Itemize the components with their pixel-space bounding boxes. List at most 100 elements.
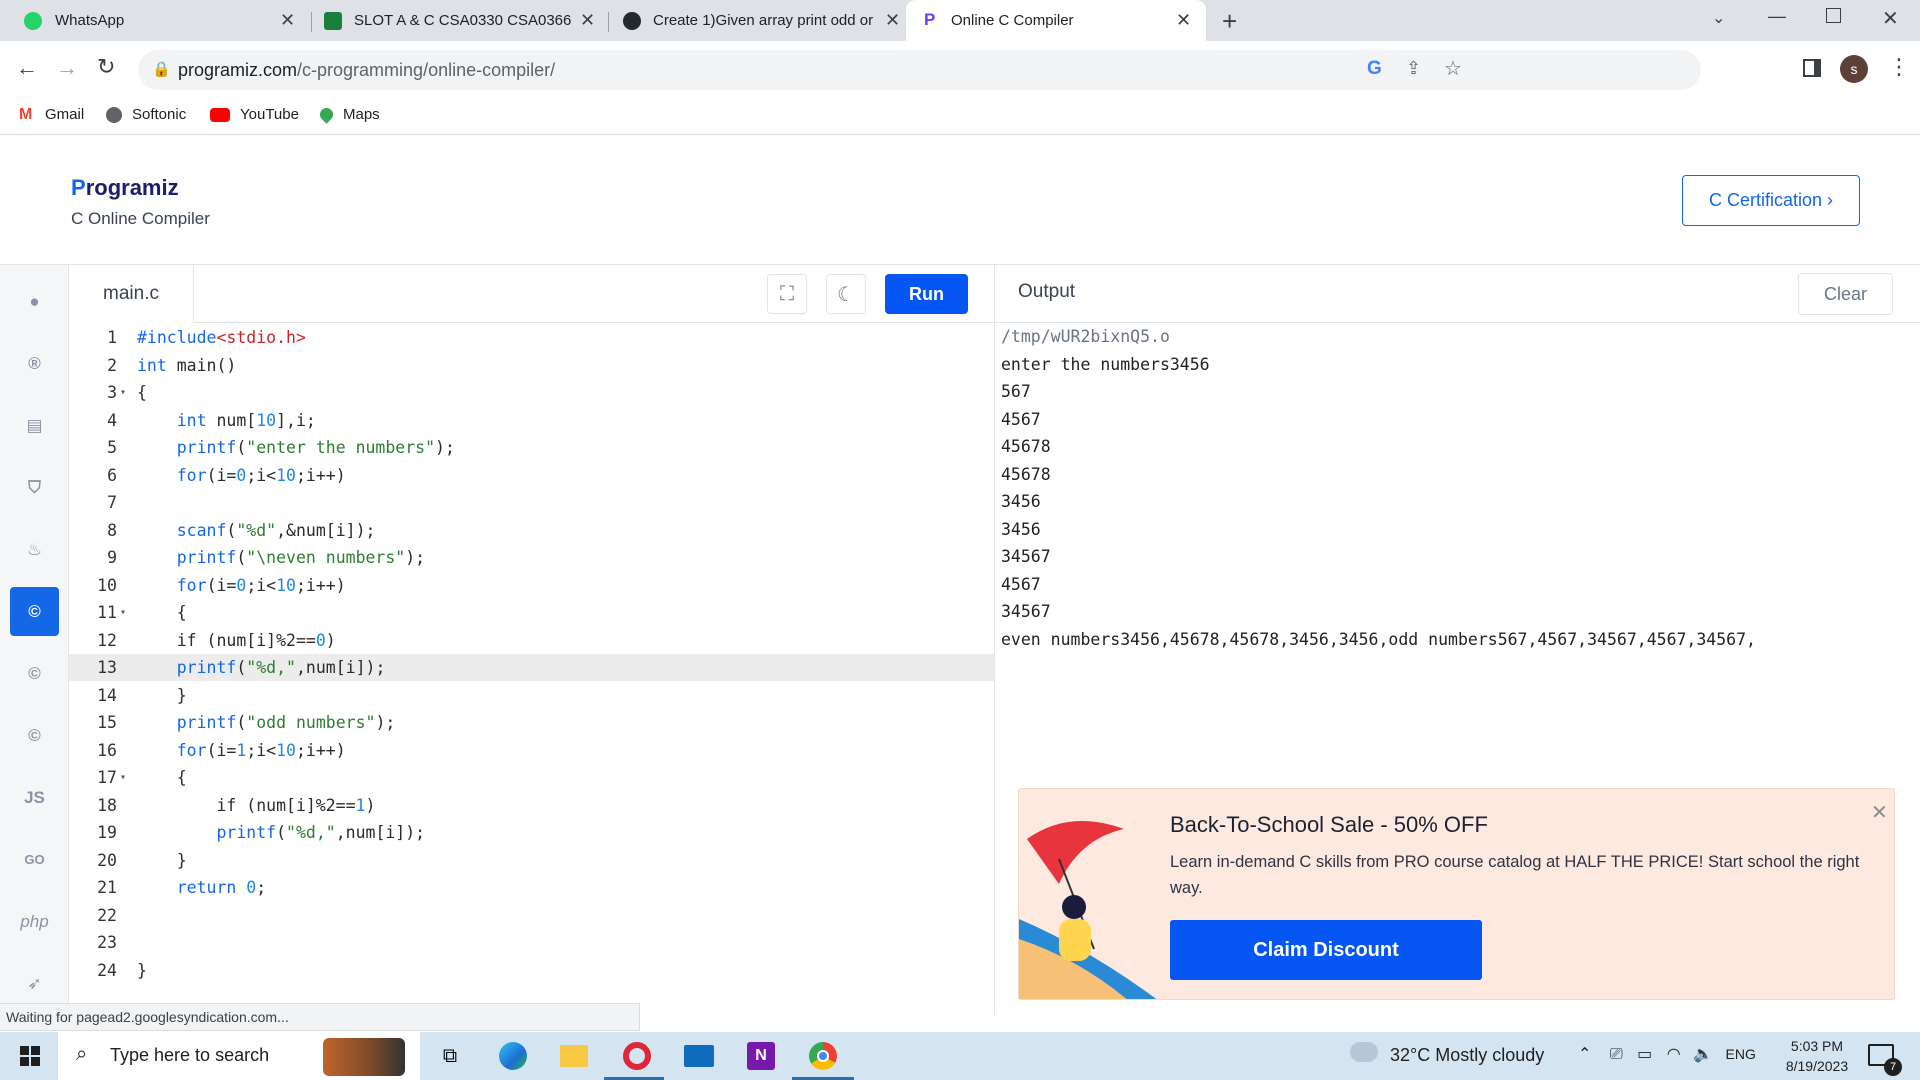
- opera-icon[interactable]: [621, 1040, 653, 1072]
- swift-icon[interactable]: ➶: [10, 959, 59, 1008]
- tab-whatsapp[interactable]: WhatsApp ✕: [0, 0, 310, 41]
- bookmark-maps[interactable]: Maps: [317, 105, 380, 124]
- tab-github[interactable]: Create 1)Given array print odd or ✕: [609, 0, 906, 41]
- minimize-icon[interactable]: —: [1768, 6, 1786, 27]
- close-tab-icon[interactable]: ✕: [280, 10, 295, 31]
- c-certification-button[interactable]: C Certification ›: [1682, 175, 1860, 226]
- fullscreen-icon[interactable]: ⛶: [767, 274, 807, 314]
- file-tab-main-c[interactable]: main.c: [69, 265, 194, 323]
- code-line[interactable]: 16 for(i=1;i<10;i++): [69, 737, 994, 764]
- code-line[interactable]: 13 printf("%d,",num[i]);: [69, 654, 994, 681]
- back-icon[interactable]: ←: [16, 55, 38, 81]
- javascript-icon[interactable]: JS: [10, 773, 59, 822]
- battery-icon[interactable]: ▭: [1637, 1046, 1652, 1063]
- taskbar-clock[interactable]: 5:03 PM 8/19/2023: [1774, 1036, 1860, 1076]
- fold-toggle-icon[interactable]: ▾: [120, 599, 126, 626]
- wifi-icon[interactable]: ◠: [1667, 1046, 1681, 1063]
- code-line[interactable]: 10 for(i=0;i<10;i++): [69, 572, 994, 599]
- code-line[interactable]: 21 return 0;: [69, 874, 994, 901]
- code-line[interactable]: 2 int main(): [69, 352, 994, 379]
- line-number: 10: [97, 575, 117, 595]
- edge-icon[interactable]: [497, 1040, 529, 1072]
- go-icon[interactable]: GO: [10, 835, 59, 884]
- programiz-logo[interactable]: Programiz: [71, 175, 179, 201]
- side-panel-icon[interactable]: [1803, 59, 1821, 77]
- windows-start-icon[interactable]: [14, 1040, 46, 1072]
- share-icon[interactable]: ⇪: [1406, 58, 1421, 79]
- code-line[interactable]: 3 ▾ {: [69, 379, 994, 406]
- mail-icon[interactable]: [683, 1040, 715, 1072]
- bookmark-star-icon[interactable]: ☆: [1444, 56, 1462, 81]
- code-line[interactable]: 23: [69, 929, 994, 956]
- restore-icon[interactable]: [1826, 8, 1841, 23]
- python-icon[interactable]: ●: [10, 277, 59, 326]
- fold-toggle-icon[interactable]: ▾: [120, 379, 126, 406]
- output-line: 34567: [1001, 547, 1051, 566]
- reload-icon[interactable]: ↻: [97, 54, 115, 80]
- dark-mode-moon-icon[interactable]: ☾: [826, 274, 866, 314]
- taskbar-search-box[interactable]: ⌕ Type here to search: [58, 1032, 420, 1080]
- close-window-icon[interactable]: ✕: [1882, 6, 1899, 31]
- r-icon[interactable]: ®: [10, 339, 59, 388]
- bookmark-gmail[interactable]: M Gmail: [19, 106, 84, 123]
- address-bar[interactable]: 🔒 programiz.com/c-programming/online-com…: [138, 50, 1701, 90]
- code-line[interactable]: 15 printf("odd numbers");: [69, 709, 994, 736]
- code-line[interactable]: 19 printf("%d,",num[i]);: [69, 819, 994, 846]
- tab-sheets[interactable]: SLOT A & C CSA0330 CSA0366 - ✕: [312, 0, 608, 41]
- input-language[interactable]: ENG: [1726, 1046, 1756, 1062]
- chrome-icon[interactable]: [807, 1040, 839, 1072]
- profile-avatar[interactable]: s: [1840, 55, 1868, 83]
- browser-menu-icon[interactable]: ⋮: [1888, 54, 1910, 80]
- code-line[interactable]: 7: [69, 489, 994, 516]
- code-text: return 0;: [176, 878, 267, 897]
- php-icon[interactable]: php: [10, 897, 59, 946]
- claim-discount-button[interactable]: Claim Discount: [1170, 920, 1482, 980]
- cpp-icon[interactable]: ©: [10, 649, 59, 698]
- code-line[interactable]: 20 }: [69, 847, 994, 874]
- c-language-icon[interactable]: ©: [10, 587, 59, 636]
- code-line[interactable]: 18 if (num[i]%2==1): [69, 792, 994, 819]
- code-line[interactable]: 1 #include<stdio.h>: [69, 324, 994, 351]
- url-domain: programiz.com: [178, 60, 298, 80]
- code-line[interactable]: 17 ▾ {: [69, 764, 994, 791]
- code-line[interactable]: 8 scanf("%d",&num[i]);: [69, 517, 994, 544]
- sql-database-icon[interactable]: ▤: [10, 401, 59, 450]
- code-line[interactable]: 9 printf("\neven numbers");: [69, 544, 994, 571]
- code-line[interactable]: 22: [69, 902, 994, 929]
- close-tab-icon[interactable]: ✕: [1176, 10, 1191, 31]
- tab-search-icon[interactable]: ⌄: [1712, 8, 1725, 28]
- code-text: if (num[i]%2==0): [137, 630, 336, 650]
- code-line[interactable]: 4 int num[10],i;: [69, 407, 994, 434]
- code-line[interactable]: 5 printf("enter the numbers");: [69, 434, 994, 461]
- html-icon[interactable]: ⛉: [10, 463, 59, 512]
- fold-toggle-icon[interactable]: ▾: [120, 764, 126, 791]
- volume-icon[interactable]: 🔈: [1693, 1046, 1713, 1063]
- task-view-icon[interactable]: ⧉: [434, 1040, 466, 1072]
- file-explorer-icon[interactable]: [558, 1040, 590, 1072]
- cloudy-weather-icon: [1350, 1042, 1378, 1062]
- code-line[interactable]: 24}: [69, 957, 994, 984]
- java-icon[interactable]: ♨: [10, 525, 59, 574]
- onenote-icon[interactable]: N: [745, 1040, 777, 1072]
- show-hidden-icons-chevron-icon[interactable]: ⌃: [1578, 1046, 1591, 1063]
- code-line[interactable]: 11 ▾ {: [69, 599, 994, 626]
- forward-icon[interactable]: →: [56, 55, 78, 81]
- tab-online-c-compiler[interactable]: P Online C Compiler ✕: [906, 0, 1206, 41]
- csharp-icon[interactable]: ©: [10, 711, 59, 760]
- youtube-icon: [210, 107, 230, 122]
- bookmark-youtube[interactable]: YouTube: [210, 106, 299, 123]
- code-line[interactable]: 6 for(i=0;i<10;i++): [69, 462, 994, 489]
- clear-button[interactable]: Clear: [1798, 273, 1893, 315]
- new-tab-icon[interactable]: +: [1222, 6, 1237, 37]
- close-promo-icon[interactable]: ✕: [1871, 800, 1888, 825]
- code-line[interactable]: 14 }: [69, 682, 994, 709]
- bookmark-softonic[interactable]: Softonic: [106, 106, 186, 123]
- close-tab-icon[interactable]: ✕: [885, 10, 900, 31]
- code-line[interactable]: 12 if (num[i]%2==0): [69, 627, 994, 654]
- weather-widget[interactable]: 32°C Mostly cloudy: [1390, 1045, 1544, 1066]
- google-translate-icon[interactable]: G: [1367, 58, 1382, 80]
- run-button[interactable]: Run: [885, 274, 968, 314]
- output-console[interactable]: /tmp/wUR2bixnQ5.o enter the numbers3456 56…: [1001, 323, 1756, 653]
- close-tab-icon[interactable]: ✕: [580, 10, 595, 31]
- meet-now-icon[interactable]: ⎚: [1610, 1046, 1623, 1063]
